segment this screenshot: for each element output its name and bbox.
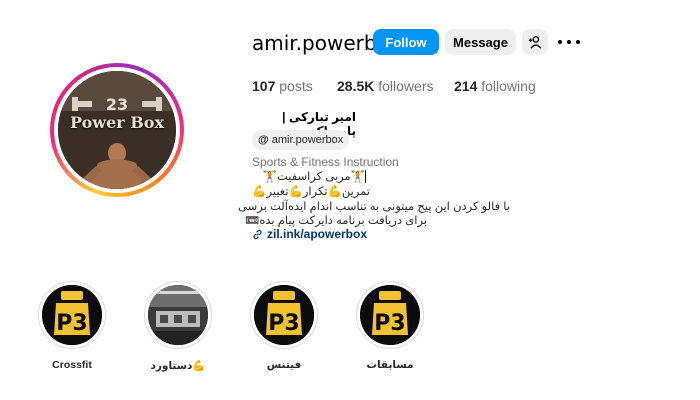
svg-text:P3: P3 bbox=[374, 311, 405, 336]
threads-icon: @ bbox=[258, 134, 269, 146]
svg-text:P3: P3 bbox=[56, 311, 87, 336]
highlight-label: مسابقات bbox=[366, 359, 414, 371]
bio-link[interactable]: zil.ink/apowerbox bbox=[252, 227, 367, 241]
highlight-label: دستاورد💪 bbox=[150, 360, 206, 372]
profile-category: Sports & Fitness Instruction bbox=[252, 155, 399, 169]
highlight-item[interactable]: دستاورد💪 bbox=[144, 281, 212, 372]
profile-avatar-ring[interactable]: 23 Power Box bbox=[50, 63, 184, 197]
p23-logo-icon: P3 bbox=[360, 285, 420, 345]
posts-stat[interactable]: 107 posts bbox=[252, 78, 313, 94]
followers-stat[interactable]: 28.5K followers bbox=[337, 78, 434, 94]
link-icon bbox=[253, 229, 262, 239]
message-button[interactable]: Message bbox=[445, 29, 516, 55]
svg-text:23: 23 bbox=[106, 95, 128, 114]
svg-text:P3: P3 bbox=[268, 311, 299, 336]
threads-handle: amir.powerbox bbox=[271, 134, 344, 146]
following-stat[interactable]: 214 following bbox=[454, 78, 536, 94]
threads-link[interactable]: @ amir.powerbox bbox=[252, 130, 350, 150]
follow-button[interactable]: Follow bbox=[373, 29, 439, 55]
p23-logo-icon: P3 bbox=[254, 285, 314, 345]
highlight-label: Crossfit bbox=[52, 359, 92, 371]
gym-photo-icon bbox=[148, 285, 208, 345]
highlight-item[interactable]: P3 Crossfit bbox=[38, 281, 106, 371]
bio-line: تمرین💪تکرار💪تغییر💪 bbox=[252, 186, 370, 198]
highlight-item[interactable]: P3 مسابقات bbox=[356, 281, 424, 371]
avatar-logo-text: Power Box bbox=[70, 113, 164, 132]
bio-link-text: zil.ink/apowerbox bbox=[267, 227, 368, 241]
add-user-icon bbox=[528, 36, 542, 49]
p23-logo-icon: P3 bbox=[42, 285, 102, 345]
highlight-item[interactable]: P3 فیتنس bbox=[250, 281, 318, 371]
suggest-user-button[interactable] bbox=[522, 29, 548, 55]
highlight-label: فیتنس bbox=[266, 359, 302, 371]
bio-line: 🏋مربی کراسفیت🏋 bbox=[262, 170, 366, 184]
text-cursor bbox=[365, 170, 366, 184]
bio-line: با فالو کردن این پیج میتونی به تناسب اند… bbox=[238, 201, 510, 213]
bio-line: برای دریافت برنامه دایرکت پیام بده📼 bbox=[245, 215, 427, 227]
more-options-icon[interactable] bbox=[558, 32, 580, 52]
avatar: 23 Power Box bbox=[58, 71, 176, 189]
